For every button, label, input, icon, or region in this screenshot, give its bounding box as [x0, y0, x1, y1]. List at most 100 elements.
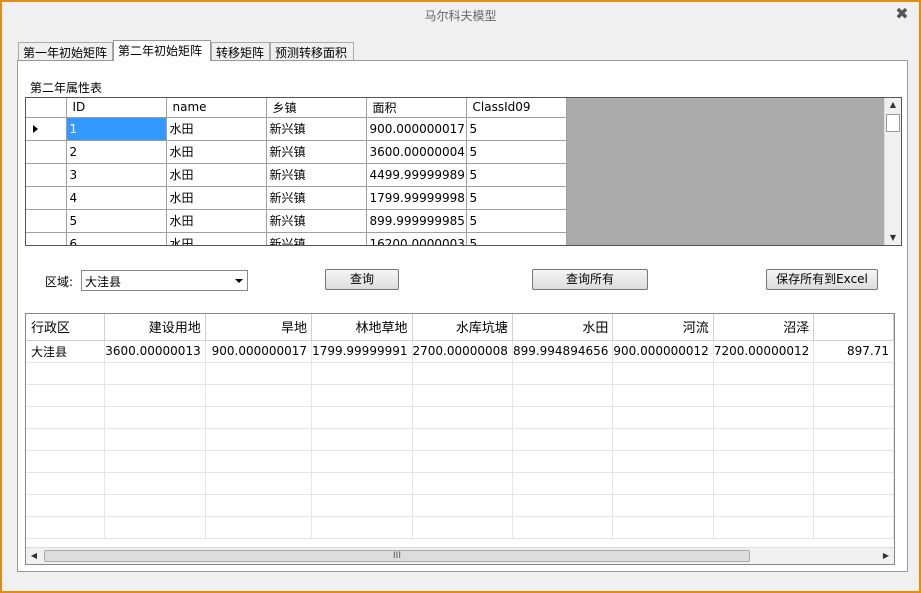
column-header-name[interactable]: name [166, 98, 267, 118]
column-header-construction-land[interactable]: 建设用地 [104, 314, 206, 341]
column-header-town[interactable]: 乡镇 [266, 98, 367, 118]
scroll-thumb[interactable] [886, 114, 900, 132]
region-select[interactable]: 大洼县 [81, 270, 248, 291]
table-cell[interactable]: 1799.99999991 [311, 340, 413, 363]
save-to-excel-button[interactable]: 保存所有到Excel [766, 269, 878, 290]
column-header-marsh[interactable]: 沼泽 [713, 314, 815, 341]
column-header-river[interactable]: 河流 [612, 314, 714, 341]
result-horizontal-scrollbar[interactable]: ◀ III ▶ [26, 547, 894, 564]
query-button[interactable]: 查询 [325, 269, 399, 290]
attribute-grid[interactable]: ID name 乡镇 面积 ClassId09 1 水田 新兴镇 900.000… [25, 97, 902, 246]
table-cell[interactable]: 水田 [166, 163, 267, 187]
result-header-row: 行政区 建设用地 旱地 林地草地 水库坑塘 水田 河流 沼泽 [26, 314, 894, 341]
table-cell[interactable]: 3600.00000004 [366, 140, 467, 164]
title-bar[interactable]: 马尔科夫模型 ✖ [2, 2, 919, 29]
tab-second-year-matrix[interactable]: 第二年初始矩阵 [113, 40, 211, 61]
current-row-icon [33, 124, 38, 133]
row-header-current[interactable] [26, 117, 67, 141]
table-row [26, 472, 894, 495]
table-row[interactable]: 5 水田 新兴镇 899.999999985 5 [26, 209, 567, 233]
table-cell[interactable]: 5 [466, 163, 567, 187]
table-cell[interactable]: 16200.0000003 [366, 232, 467, 245]
table-cell[interactable]: 水田 [166, 186, 267, 210]
table-row[interactable]: 3 水田 新兴镇 4499.99999989 5 [26, 163, 567, 187]
chevron-down-icon[interactable] [235, 279, 243, 283]
table-cell[interactable]: 900.000000017 [366, 117, 467, 141]
table-cell[interactable]: 2 [66, 140, 167, 164]
table-row[interactable]: 2 水田 新兴镇 3600.00000004 5 [26, 140, 567, 164]
table-cell[interactable]: 3600.00000013 [104, 340, 206, 363]
table-row [26, 406, 894, 429]
table-cell[interactable]: 水田 [166, 140, 267, 164]
table-cell[interactable]: 5 [466, 209, 567, 233]
scroll-thumb[interactable]: III [44, 550, 750, 562]
table-cell[interactable]: 5 [66, 209, 167, 233]
result-grid[interactable]: 行政区 建设用地 旱地 林地草地 水库坑塘 水田 河流 沼泽 大洼县 3600.… [25, 313, 895, 565]
scroll-left-icon[interactable]: ◀ [26, 548, 42, 564]
table-cell[interactable]: 4 [66, 186, 167, 210]
column-header-forest-grass[interactable]: 林地草地 [311, 314, 413, 341]
table-cell[interactable]: 新兴镇 [266, 232, 367, 245]
region-select-value: 大洼县 [85, 275, 122, 289]
table-cell[interactable]: 新兴镇 [266, 209, 367, 233]
table-cell[interactable]: 5 [466, 117, 567, 141]
table-cell[interactable]: 1799.99999998 [366, 186, 467, 210]
row-header[interactable] [26, 163, 67, 187]
window-title: 马尔科夫模型 [424, 9, 497, 23]
table-row[interactable]: 6 水田 新兴镇 16200.0000003 5 [26, 232, 567, 245]
table-cell[interactable]: 新兴镇 [266, 186, 367, 210]
table-cell[interactable]: 899.994894656 [512, 340, 614, 363]
table-row [26, 362, 894, 385]
table-row [26, 428, 894, 451]
table-row [26, 494, 894, 517]
query-all-button[interactable]: 查询所有 [532, 269, 648, 290]
attr-table-title: 第二年属性表 [30, 81, 103, 95]
table-cell[interactable]: 900.000000012 [612, 340, 714, 363]
table-row[interactable]: 大洼县 3600.00000013 900.000000017 1799.999… [26, 340, 894, 363]
tab-first-year-matrix[interactable]: 第一年初始矩阵 [18, 42, 113, 60]
region-label: 区域: [45, 275, 74, 289]
table-cell[interactable]: 5 [466, 186, 567, 210]
table-cell[interactable]: 水田 [166, 117, 267, 141]
table-cell[interactable]: 新兴镇 [266, 140, 367, 164]
column-header-more[interactable] [813, 314, 894, 341]
table-cell[interactable]: 大洼县 [26, 340, 106, 363]
table-cell[interactable]: 897.71 [813, 340, 894, 363]
column-header-classid[interactable]: ClassId09 [466, 98, 567, 118]
table-row [26, 516, 894, 539]
tab-transfer-matrix[interactable]: 转移矩阵 [211, 42, 270, 60]
tab-panel-second-year: 第二年属性表 ID name 乡镇 面积 ClassId09 1 水田 新兴镇 … [17, 60, 908, 572]
column-header-reservoir[interactable]: 水库坑塘 [412, 314, 513, 341]
table-cell[interactable]: 4499.99999989 [366, 163, 467, 187]
table-cell[interactable]: 2700.00000008 [412, 340, 513, 363]
scroll-up-icon[interactable]: ▲ [885, 98, 901, 112]
tab-predict-area[interactable]: 预测转移面积 [270, 42, 354, 60]
row-header[interactable] [26, 209, 67, 233]
table-cell[interactable]: 900.000000017 [205, 340, 313, 363]
table-cell[interactable]: 6 [66, 232, 167, 245]
scroll-down-icon[interactable]: ▼ [885, 231, 901, 245]
column-header-area[interactable]: 面积 [366, 98, 467, 118]
table-cell[interactable]: 5 [466, 140, 567, 164]
column-header-paddy[interactable]: 水田 [512, 314, 614, 341]
table-cell[interactable]: 新兴镇 [266, 163, 367, 187]
column-header-district[interactable]: 行政区 [26, 314, 106, 341]
close-button[interactable]: ✖ [891, 4, 913, 24]
table-cell[interactable]: 3 [66, 163, 167, 187]
row-header[interactable] [26, 186, 67, 210]
table-row[interactable]: 4 水田 新兴镇 1799.99999998 5 [26, 186, 567, 210]
column-header-id[interactable]: ID [66, 98, 167, 118]
table-cell[interactable]: 7200.00000012 [713, 340, 815, 363]
row-header[interactable] [26, 140, 67, 164]
table-cell[interactable]: 新兴镇 [266, 117, 367, 141]
column-header-dryland[interactable]: 旱地 [205, 314, 313, 341]
table-cell[interactable]: 1 [66, 117, 167, 141]
table-cell[interactable]: 5 [466, 232, 567, 245]
scroll-right-icon[interactable]: ▶ [878, 548, 894, 564]
table-cell[interactable]: 水田 [166, 209, 267, 233]
attribute-vertical-scrollbar[interactable]: ▲ ▼ [884, 98, 901, 245]
row-header[interactable] [26, 232, 67, 245]
table-cell[interactable]: 899.999999985 [366, 209, 467, 233]
table-row[interactable]: 1 水田 新兴镇 900.000000017 5 [26, 117, 567, 141]
table-cell[interactable]: 水田 [166, 232, 267, 245]
